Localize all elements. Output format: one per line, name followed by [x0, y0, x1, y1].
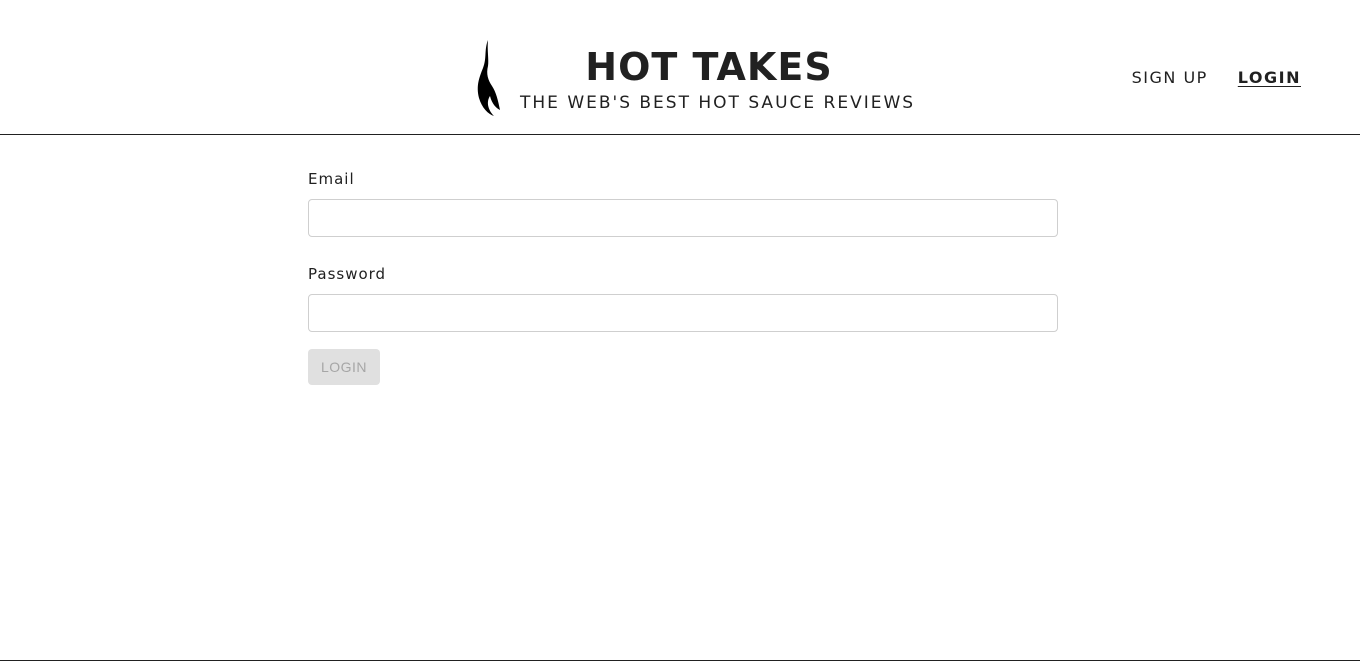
login-form: Email Password LOGIN	[308, 168, 1058, 385]
password-group: Password	[308, 263, 1058, 332]
page: HOT TAKES THE WEB'S BEST HOT SAUCE REVIE…	[0, 0, 1360, 662]
brand[interactable]: HOT TAKES THE WEB'S BEST HOT SAUCE REVIE…	[470, 38, 916, 118]
bottom-divider	[0, 660, 1360, 661]
email-label: Email	[308, 170, 355, 188]
site-title: HOT TAKES	[585, 45, 833, 89]
nav-sign-up-link[interactable]: SIGN UP	[1132, 67, 1208, 89]
site-subtitle: THE WEB'S BEST HOT SAUCE REVIEWS	[520, 93, 916, 113]
email-group: Email	[308, 168, 1058, 237]
nav-login-link[interactable]: LOGIN	[1238, 67, 1301, 89]
password-input[interactable]	[308, 294, 1058, 332]
site-header: HOT TAKES THE WEB'S BEST HOT SAUCE REVIE…	[0, 0, 1360, 135]
login-button[interactable]: LOGIN	[308, 349, 380, 385]
password-label: Password	[308, 265, 387, 283]
flame-icon	[477, 40, 500, 116]
top-nav: SIGN UP LOGIN	[1132, 67, 1301, 89]
email-input[interactable]	[308, 199, 1058, 237]
